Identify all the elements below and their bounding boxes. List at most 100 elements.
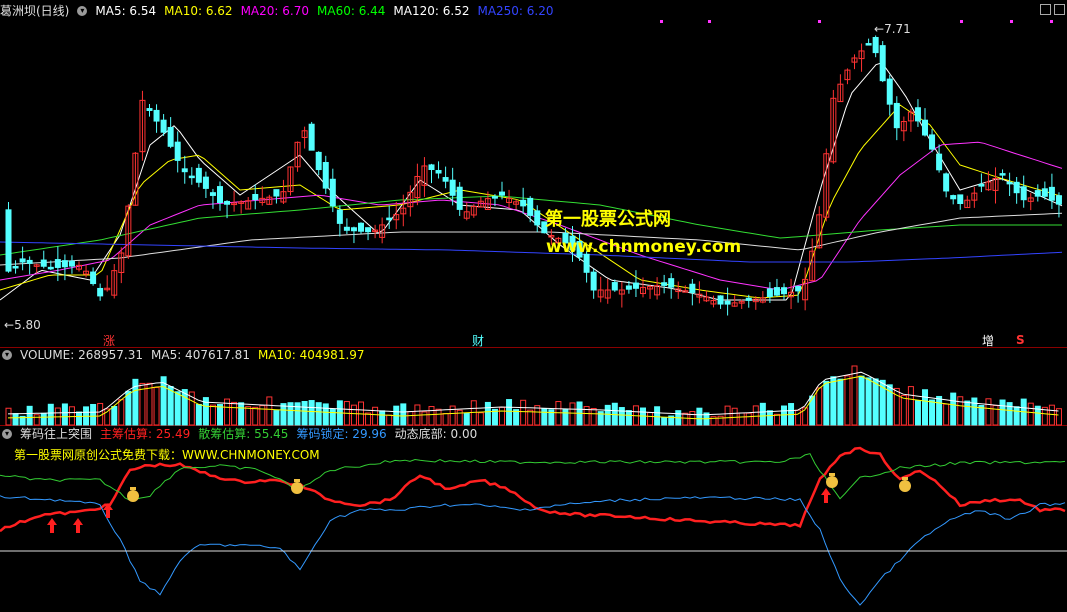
volume-bar [33,414,40,426]
candle-body [795,285,802,292]
candle-body [872,36,879,54]
candle-body [1034,190,1041,197]
signal-dot [708,20,711,23]
candle-body [209,192,216,196]
marker-zeng[interactable]: 增 [982,332,994,349]
candle-body [527,197,534,216]
ma-line-1 [0,62,1063,301]
volume-bar [971,397,978,426]
volume-bar [696,407,703,426]
money-bag-tie [902,477,908,480]
volume-bar [647,412,654,426]
high-price-label: ←7.71 [874,22,911,36]
candle-body [428,164,435,170]
volume-bar [506,399,513,426]
volume-bar [252,406,259,426]
candle-body [188,175,195,179]
money-bag-tie [829,473,835,476]
volume-bar [724,405,731,426]
volume-bar [118,399,125,426]
signal-dot [960,20,963,23]
marker-zhang[interactable]: 涨 [103,332,115,349]
volume-bar [950,392,957,426]
candle-body [922,119,928,136]
candle-body [943,173,950,192]
volume-bar [499,406,505,426]
volume-bar [745,412,752,426]
candle-body [365,227,372,233]
candle-body [914,107,921,122]
marker-cai[interactable]: 财 [472,332,484,349]
candle-body [773,287,780,296]
chart-canvas[interactable] [0,0,1067,612]
candle-body [181,168,188,173]
candle-body [202,176,209,189]
marker-s[interactable]: S [1016,333,1025,347]
volume-bar [477,412,484,426]
low-price-label: ←5.80 [4,318,41,332]
volume-bar [315,402,322,426]
volume-bar [844,375,851,426]
volume-bar [47,403,54,426]
volume-bar [682,412,689,426]
candle-body [252,193,259,201]
candle-body [19,258,26,263]
volume-bar [76,411,82,426]
volume-bar [590,407,597,426]
volume-bar [61,403,68,426]
volume-bar [90,403,97,426]
volume-bar [238,402,245,426]
candle-body [724,300,731,305]
candle-body [1006,181,1013,185]
volume-bar [372,406,379,426]
candle-body [978,183,985,187]
candle-body [745,297,752,301]
volume-bar [752,405,759,426]
volume-bar [569,402,576,426]
volume-bar [167,386,174,426]
volume-bar [12,413,19,426]
candle-body [217,186,223,203]
candle-body [358,222,364,232]
volume-bar [273,410,280,426]
volume-bar [428,406,435,426]
volume-bar [999,399,1006,426]
candle-body [766,288,773,298]
candle-body [442,177,449,182]
candle-body [336,209,343,224]
volume-bar [153,387,160,426]
volume-bar [661,417,668,426]
volume-bar [541,408,548,426]
volume-bar [816,387,823,426]
candle-body [661,282,668,286]
volume-bar [294,402,301,426]
candle-body [90,271,97,285]
candle-body [668,278,675,288]
volume-bar [936,395,943,426]
candle-body [717,295,724,305]
candle-body [273,189,280,197]
volume-bar [929,399,936,426]
volume-bar [435,408,442,426]
volume-bar [1013,406,1020,426]
candle-body [449,179,456,196]
candle-body [1048,186,1055,201]
candle-body [879,45,886,82]
candle-body [315,151,322,171]
volume-bar [562,408,569,426]
candle-body [781,287,787,295]
volume-bar [329,408,336,426]
candle-body [435,169,442,174]
volume-bar [68,406,75,426]
candle-body [5,209,12,272]
volume-bar [823,380,830,426]
candle-body [329,178,336,207]
volume-bar [520,399,527,426]
candle-body [322,162,329,189]
signal-dot [1050,20,1053,23]
candle-body [625,285,632,290]
candle-body [167,126,174,147]
volume-bar [759,402,766,426]
candle-body [1013,181,1020,194]
candle-body [456,186,463,210]
